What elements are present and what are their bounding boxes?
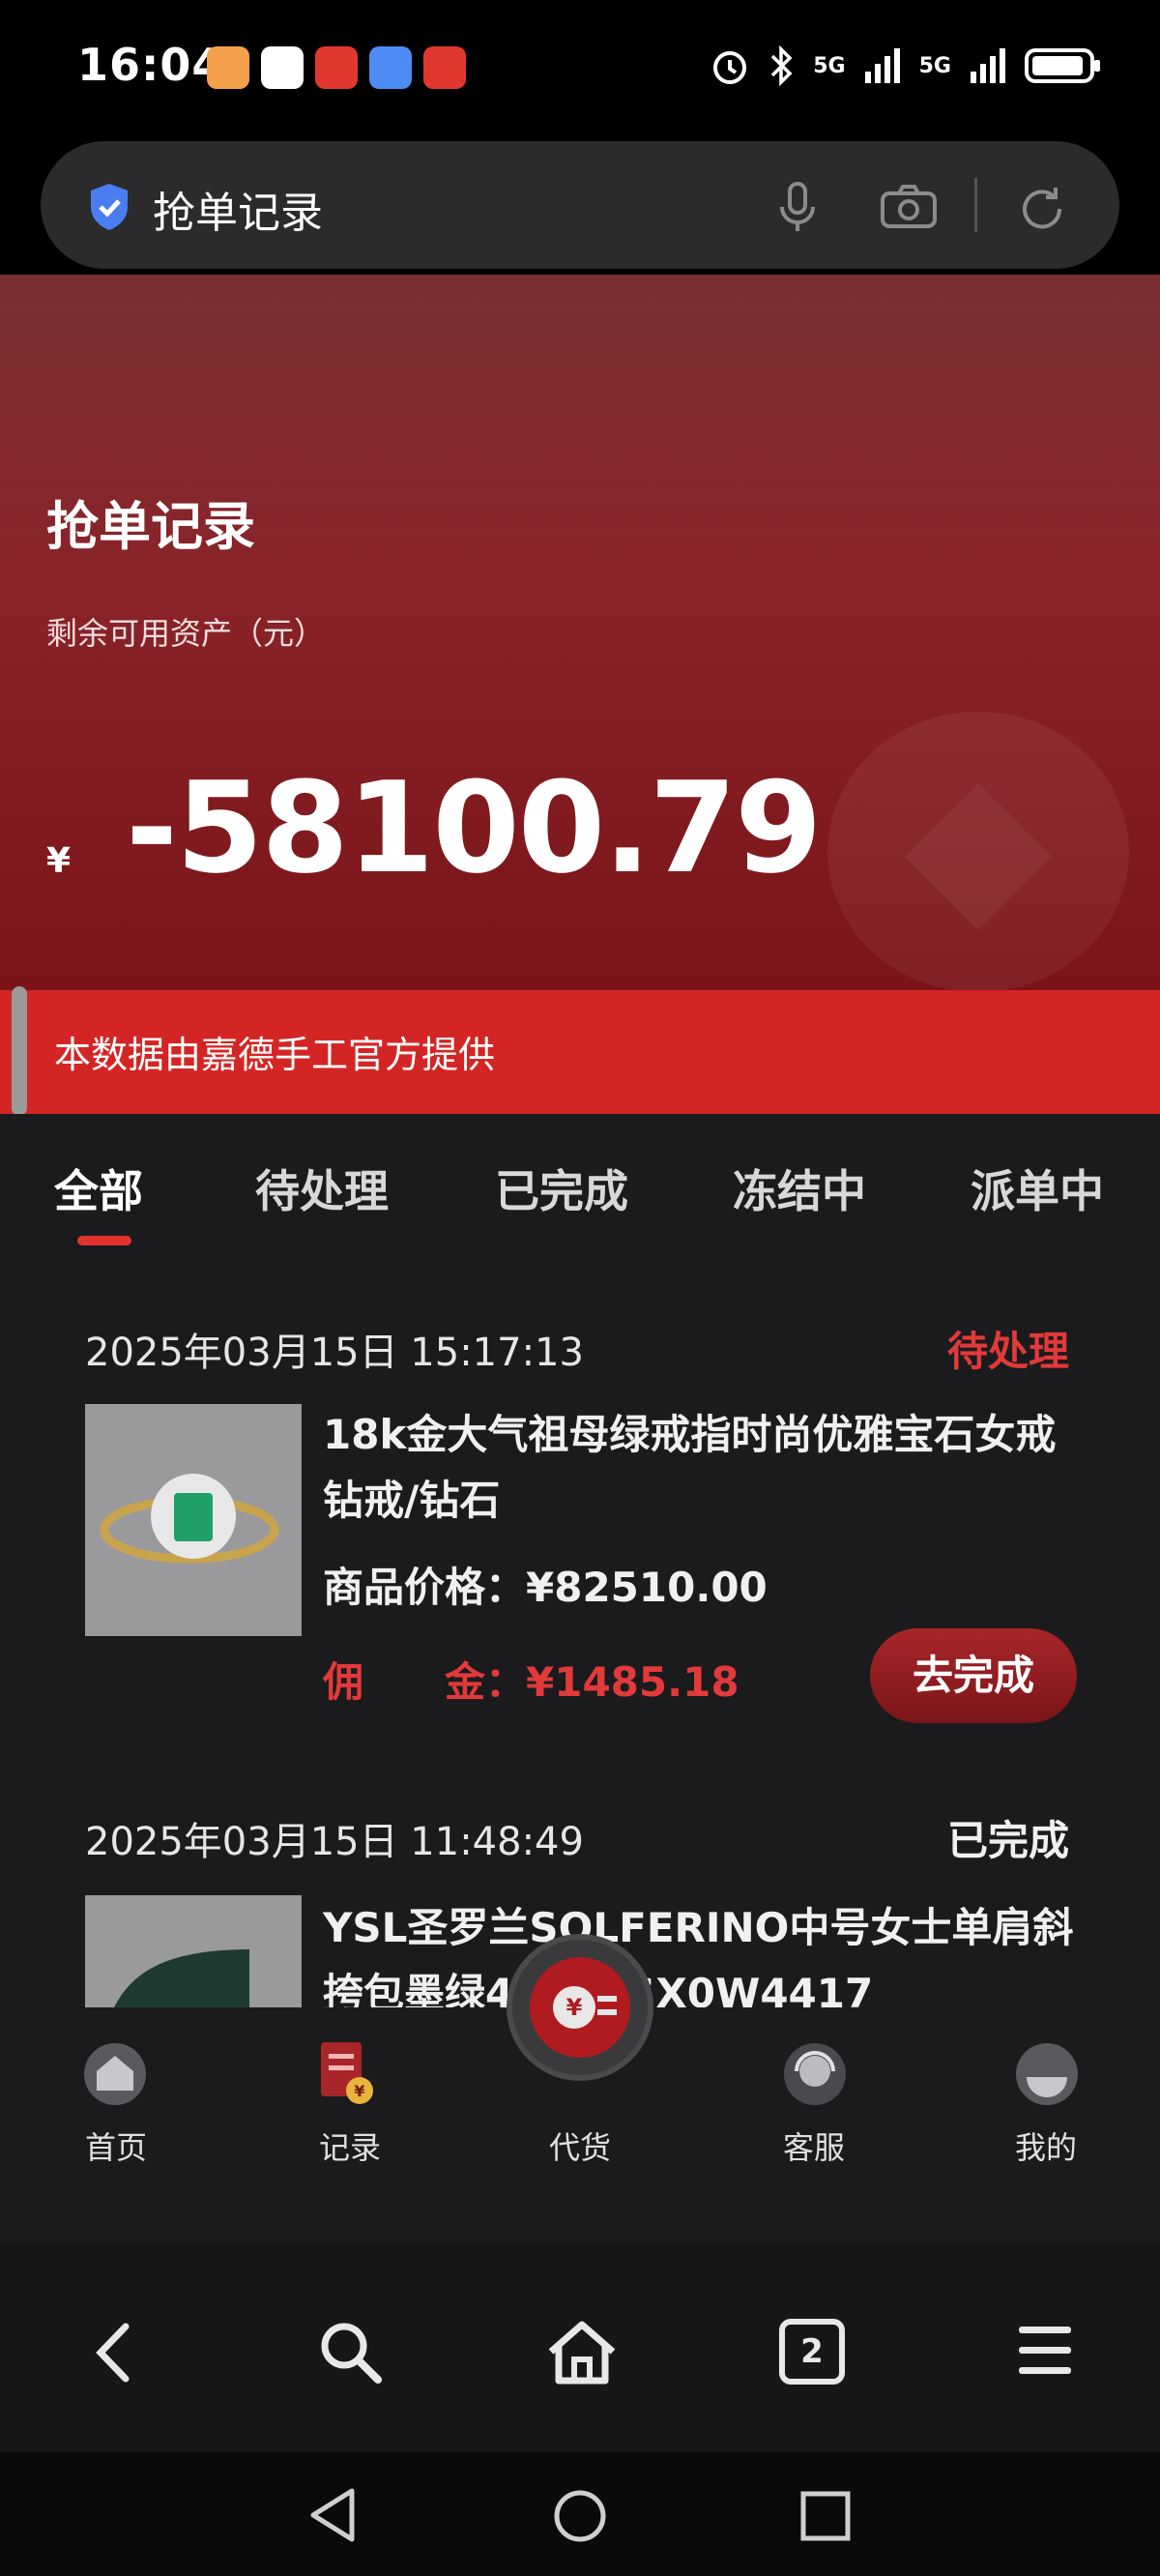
svg-text:¥: ¥	[354, 2082, 364, 2100]
product-price: 商品价格：¥82510.00	[323, 1555, 768, 1614]
profile-icon[interactable]	[1015, 2042, 1079, 2106]
nav-record-label[interactable]: 记录	[282, 2123, 418, 2168]
home-icon[interactable]	[543, 2317, 621, 2386]
back-triangle-icon[interactable]	[305, 2485, 360, 2545]
signal-5g-label: 5G	[813, 53, 846, 78]
search-icon[interactable]	[315, 2317, 385, 2386]
complete-order-button[interactable]: 去完成	[870, 1628, 1077, 1723]
home-circle-icon[interactable]	[551, 2487, 609, 2545]
notification-app-icon	[207, 46, 249, 89]
url-bar-divider	[974, 178, 977, 232]
hero-decoration	[827, 712, 1129, 992]
status-icons: 5G 5G	[709, 44, 1102, 87]
product-image[interactable]	[85, 1895, 302, 2007]
signal-icon	[971, 48, 1005, 83]
record-icon[interactable]: ¥	[319, 2040, 377, 2108]
tab-count: 2	[800, 2332, 824, 2371]
price-label: 商品价格：	[323, 1564, 527, 1611]
product-title[interactable]: 18k金大气祖母绿戒指时尚优雅宝石女戒钻戒/钻石	[323, 1402, 1077, 1534]
commission-label: 佣 金：	[323, 1658, 527, 1706]
status-time: 16:04	[77, 39, 224, 91]
svg-text:¥: ¥	[566, 1994, 583, 2021]
nav-home-label[interactable]: 首页	[48, 2123, 184, 2168]
asset-subtitle: 剩余可用资产（元）	[46, 615, 326, 652]
battery-icon	[1025, 48, 1100, 83]
commission-value: ¥1485.18	[526, 1658, 740, 1706]
browser-url-title[interactable]: 抢单记录	[153, 178, 323, 240]
nav-profile-label[interactable]: 我的	[978, 2123, 1114, 2168]
price-value: ¥82510.00	[526, 1564, 768, 1611]
microphone-icon[interactable]	[773, 180, 822, 234]
notification-app-icon	[261, 46, 304, 89]
balance-amount: -58100.79	[126, 754, 823, 901]
order-time: 2025年03月15日 15:17:13	[85, 1331, 584, 1375]
order-status: 已完成	[947, 1817, 1070, 1864]
signal-icon	[864, 48, 900, 83]
product-image[interactable]	[85, 1404, 302, 1636]
product-title[interactable]: YSL圣罗兰SOLFERINO中号女士单肩斜挎包墨绿43050SX0W4417	[323, 1895, 1077, 2007]
shield-check-icon	[91, 184, 128, 230]
camera-icon[interactable]	[880, 184, 938, 230]
notification-app-icon	[423, 46, 466, 89]
notice-text: 本数据由嘉德手工官方提供	[54, 1034, 496, 1076]
currency-symbol: ¥	[46, 841, 72, 881]
active-tab-indicator	[77, 1236, 131, 1245]
reload-icon[interactable]	[1017, 184, 1067, 234]
tabs-icon[interactable]: 2	[779, 2319, 845, 2385]
tab-all[interactable]: 全部	[54, 1156, 143, 1220]
goods-icon: ¥	[530, 1957, 630, 2058]
scroll-indicator	[12, 986, 27, 1116]
recents-square-icon[interactable]	[798, 2489, 853, 2543]
page-title: 抢单记录	[46, 496, 255, 557]
order-status: 待处理	[947, 1328, 1070, 1375]
tab-dispatching[interactable]: 派单中	[971, 1156, 1104, 1220]
menu-icon[interactable]	[1017, 2321, 1073, 2379]
nav-goods-label[interactable]: 代货	[512, 2123, 648, 2168]
alarm-icon	[713, 51, 747, 84]
notification-app-icon	[315, 46, 358, 89]
bluetooth-icon	[771, 44, 793, 87]
home-icon[interactable]	[83, 2042, 147, 2106]
commission: 佣 金：¥1485.18	[323, 1650, 740, 1709]
tab-pending[interactable]: 待处理	[255, 1156, 389, 1220]
tab-completed[interactable]: 已完成	[495, 1156, 628, 1220]
tab-frozen[interactable]: 冻结中	[733, 1156, 866, 1220]
order-time: 2025年03月15日 11:48:49	[85, 1820, 584, 1864]
back-icon[interactable]	[93, 2321, 135, 2385]
support-icon[interactable]	[783, 2042, 847, 2106]
signal-5g-label: 5G	[918, 53, 951, 78]
nav-support-label[interactable]: 客服	[746, 2123, 882, 2168]
notification-app-icon	[369, 46, 412, 89]
